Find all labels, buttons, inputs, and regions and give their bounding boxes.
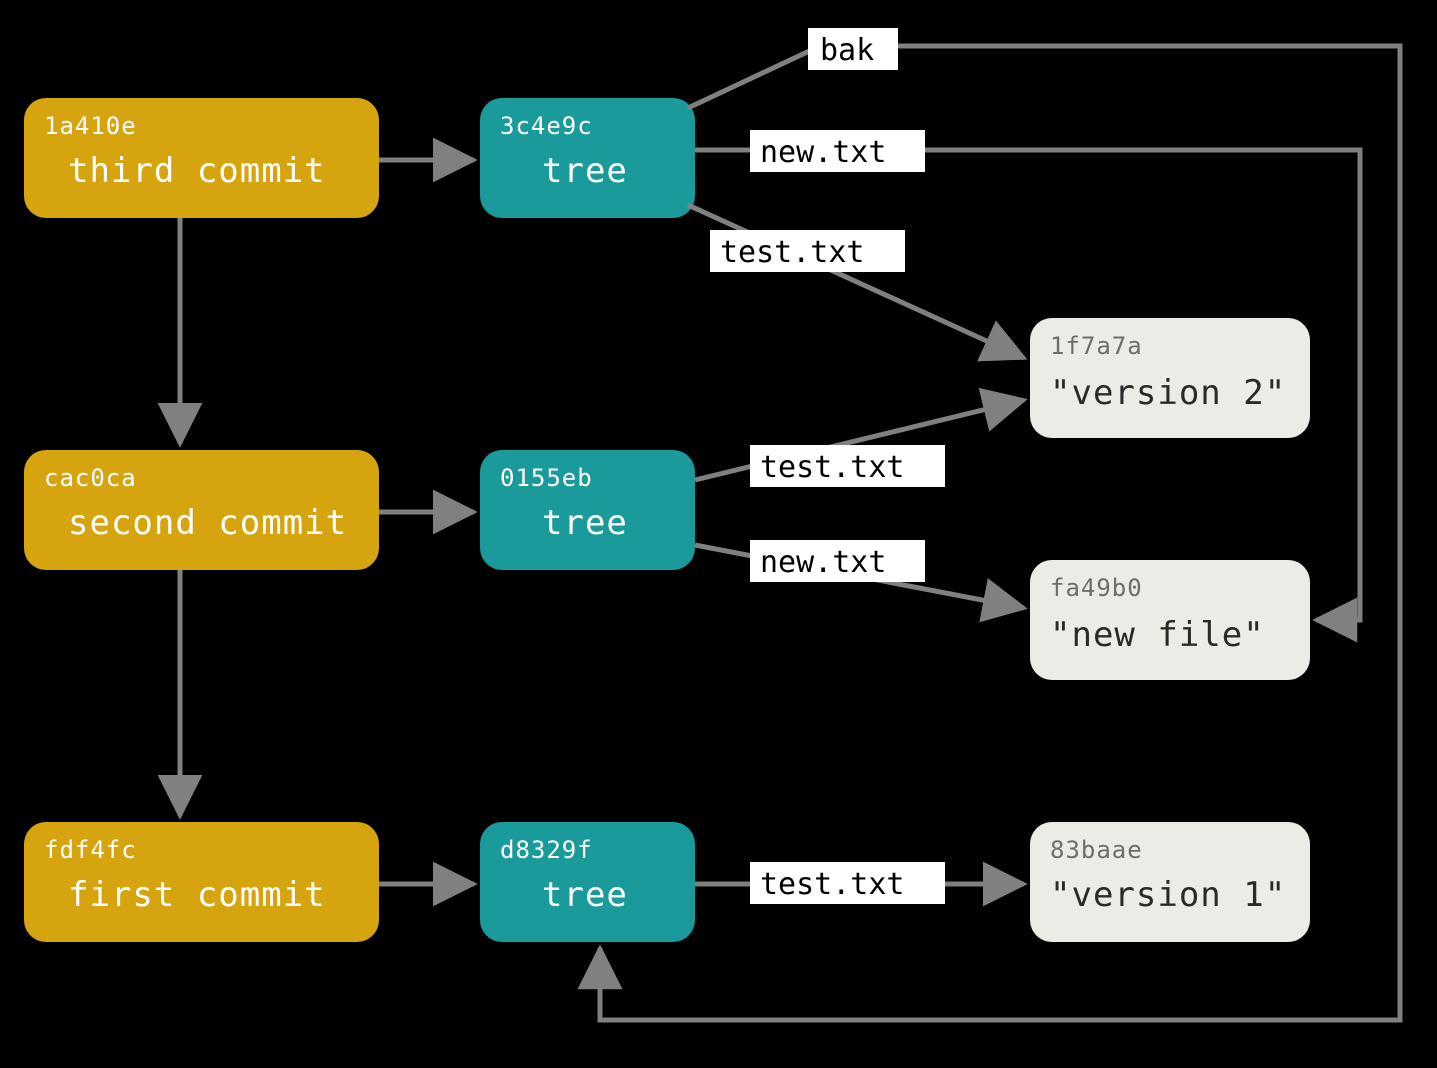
commit-label: first commit bbox=[68, 875, 326, 915]
commit-hash: 1a410e bbox=[44, 112, 137, 140]
edge-label-newtxt-0: new.txt bbox=[750, 130, 925, 172]
svg-text:test.txt: test.txt bbox=[760, 450, 905, 485]
edge-label-bak: bak bbox=[808, 28, 898, 70]
commit-node-first: fdf4fc first commit bbox=[24, 822, 379, 942]
svg-text:bak: bak bbox=[820, 33, 874, 68]
blob-node-version1: 83baae "version 1" bbox=[1030, 822, 1310, 942]
edge-tree0-testtxt-to-v2 bbox=[688, 205, 1024, 358]
edge-label-testtxt-1: test.txt bbox=[750, 445, 945, 487]
tree-label: tree bbox=[542, 875, 628, 915]
commit-hash: cac0ca bbox=[44, 464, 137, 492]
tree-label: tree bbox=[542, 503, 628, 543]
commit-node-second: cac0ca second commit bbox=[24, 450, 379, 570]
commit-label: second commit bbox=[68, 503, 347, 543]
commit-label: third commit bbox=[68, 151, 326, 191]
svg-text:test.txt: test.txt bbox=[720, 235, 865, 270]
svg-text:new.txt: new.txt bbox=[760, 545, 886, 580]
edge-label-newtxt-1: new.txt bbox=[750, 540, 925, 582]
tree-hash: 0155eb bbox=[500, 464, 593, 492]
tree-node-2: d8329f tree bbox=[480, 822, 695, 942]
blob-label: "version 2" bbox=[1050, 373, 1286, 413]
blob-hash: fa49b0 bbox=[1050, 574, 1143, 602]
blob-hash: 83baae bbox=[1050, 836, 1143, 864]
blob-label: "version 1" bbox=[1050, 875, 1286, 915]
svg-text:new.txt: new.txt bbox=[760, 135, 886, 170]
commit-node-third: 1a410e third commit bbox=[24, 98, 379, 218]
edge-label-testtxt-2: test.txt bbox=[750, 862, 945, 904]
blob-hash: 1f7a7a bbox=[1050, 332, 1143, 360]
tree-hash: 3c4e9c bbox=[500, 112, 593, 140]
tree-label: tree bbox=[542, 151, 628, 191]
blob-node-version2: 1f7a7a "version 2" bbox=[1030, 318, 1310, 438]
svg-text:test.txt: test.txt bbox=[760, 867, 905, 902]
commit-hash: fdf4fc bbox=[44, 836, 137, 864]
blob-node-newfile: fa49b0 "new file" bbox=[1030, 560, 1310, 680]
tree-node-0: 3c4e9c tree bbox=[480, 98, 695, 218]
edge-label-testtxt-0: test.txt bbox=[710, 230, 905, 272]
blob-label: "new file" bbox=[1050, 615, 1265, 655]
tree-node-1: 0155eb tree bbox=[480, 450, 695, 570]
tree-hash: d8329f bbox=[500, 836, 593, 864]
